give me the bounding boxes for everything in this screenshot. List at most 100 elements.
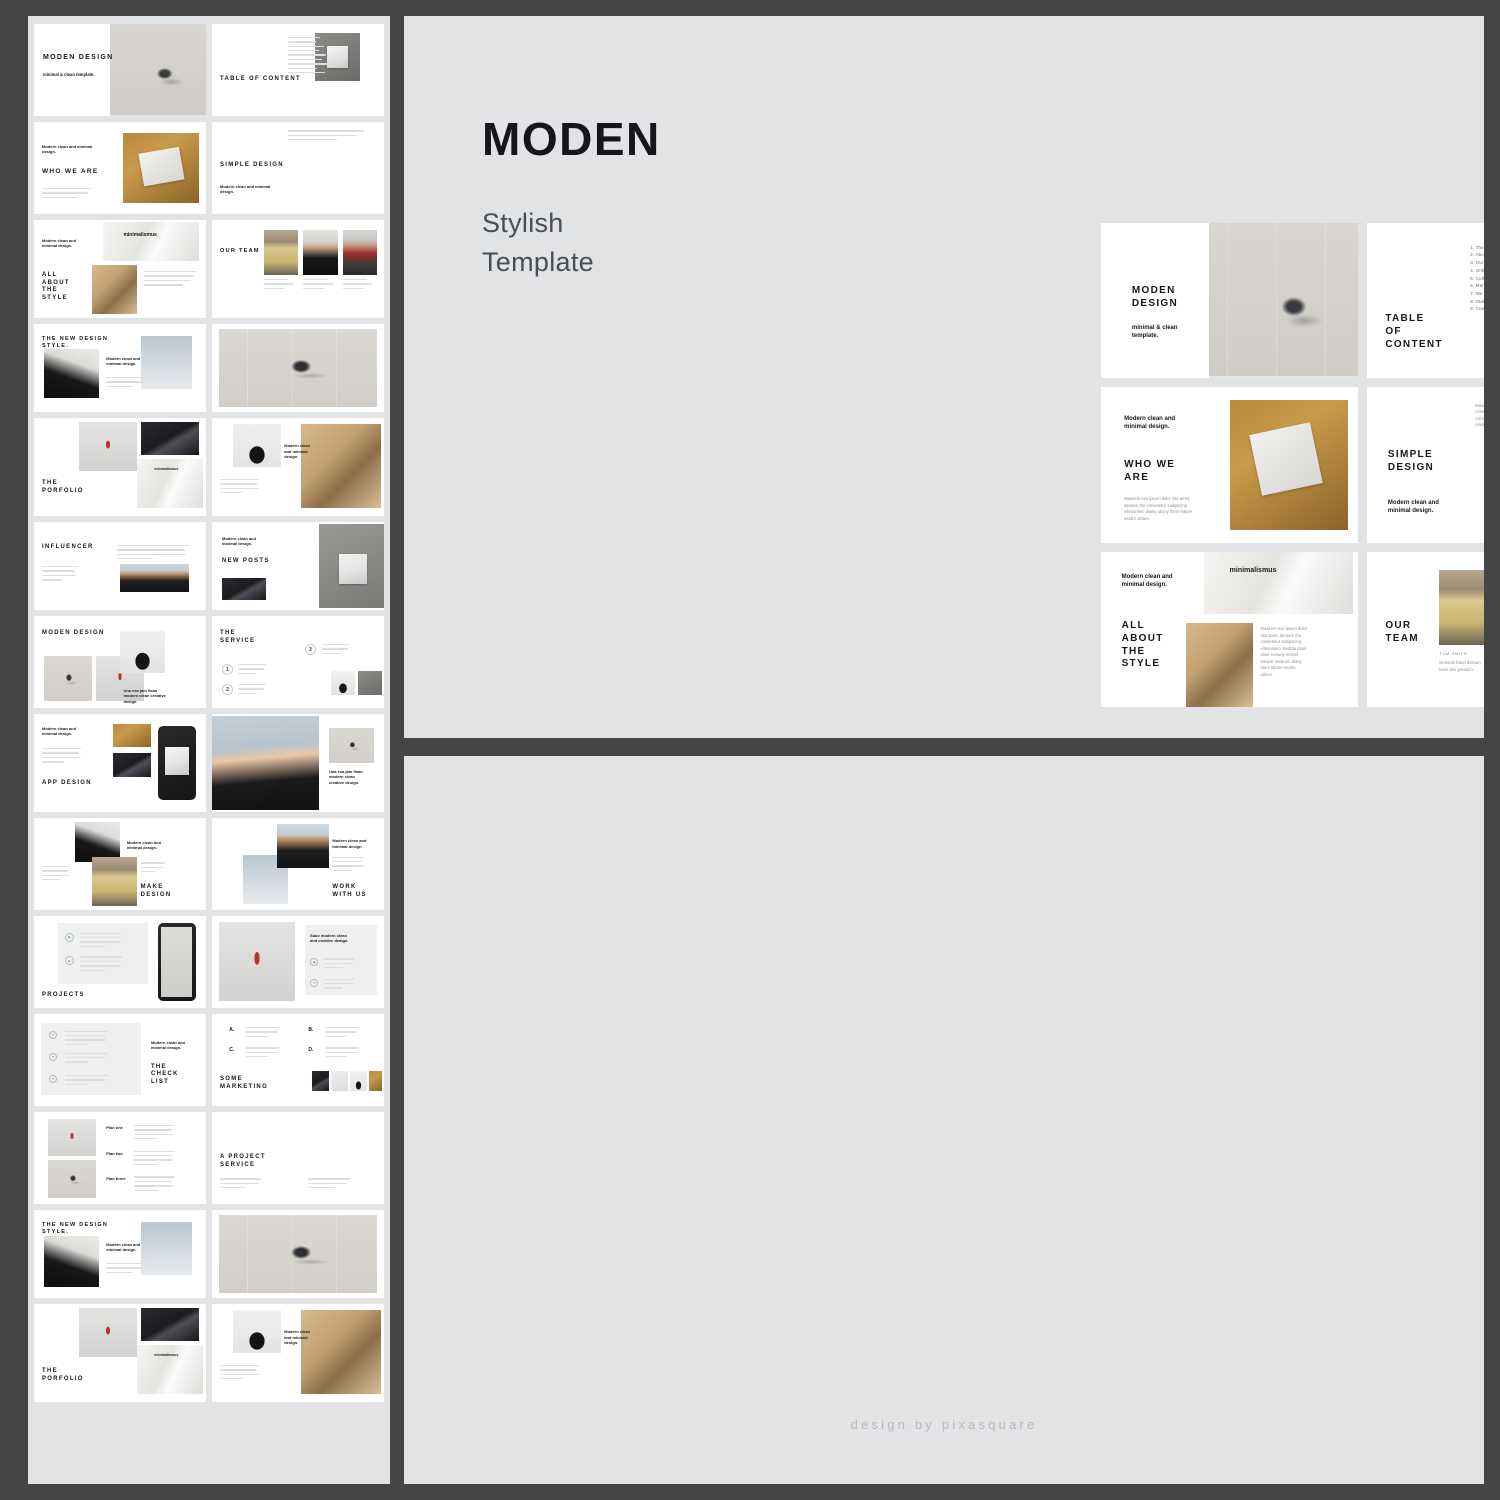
thumbnail-our-team[interactable]: OUR TEAM [212,220,384,318]
thumbnail-influencer[interactable]: INFLUENCER [34,522,206,610]
slide-simple-design[interactable]: Maxirem exo ipsum dolor sita amet, derae… [1367,387,1484,543]
thumb-title: Modern clean and minimal design. [284,443,311,460]
thumbnail-portrait[interactable]: Una esa jam fisan modern clean creative … [212,714,384,812]
thumb-subtitle: minimal & clean template. [43,71,95,77]
thumbnail-projects[interactable]: PROJECTS [34,916,206,1008]
thumb-title: THE NEW DESIGN STYLE. [42,1222,109,1236]
thumbnail-simple-design[interactable]: SIMPLE DESIGN Modern clean and minimal d… [212,122,384,214]
thumbnail-creative[interactable]: Sauo modern clean and creative deaign. [212,916,384,1008]
thumb-title: THE CHECK LIST [150,1063,179,1086]
slide-title-line2: TEAM [1385,632,1419,644]
thumbnail-row: Modern clean and minimal design. APP DES… [34,714,384,812]
thumbnail-the-service[interactable]: THE SERVICE 1 2 3 [212,616,384,708]
slide-kicker: Modern clean and minimal design. [1121,574,1173,589]
thumbnail-row: minimalismus THE PORFOLIO Modern clean a… [34,1304,384,1402]
thumb-kicker: Modern clean and minimal design. [42,144,93,155]
toc-item[interactable]: 2. About Design [1470,252,1484,257]
thumbnail-sidebar[interactable]: MODEN DESIGN minimal & clean template. T… [28,16,390,1484]
thumbnail-row: Modern clean and minimal design. THE CHE… [34,1014,384,1106]
thumb-kicker: Modern clean and minimal design. [222,536,257,547]
thumbnail-row: THE NEW DESIGN STYLE. Modern clean and m… [34,1210,384,1298]
thumbnail-photo-slide-2[interactable] [212,1210,384,1298]
slide-body: Maxirem exo ipsum dolor sita amet, derae… [1475,402,1484,428]
team-member-name: TOM SMITH [1439,651,1468,657]
thumbnail-portfolio[interactable]: minimalismus THE PORFOLIO [34,418,206,516]
slide-our-team[interactable]: OUR TEAM TOM SMITH Deiendo frand dosuan … [1367,551,1484,707]
thumbnail-who-we-are[interactable]: Modern clean and minimal design. WHO WE … [34,122,206,214]
slide-title-line2: ABOUT [1121,632,1164,644]
thumb-title: THE PORFOLIO [42,1368,84,1382]
thumbnail-row: Modern clean and minimal design. MAKE DE… [34,818,384,910]
team-member-bio: Deiendo frand dosuan lares this greadon. [1439,660,1481,672]
thumbnail-row: THE NEW DESIGN STYLE. Modern clean and m… [34,324,384,412]
thumbnail-a-project-service[interactable]: A PROJECT SERVICE [212,1112,384,1204]
thumb-word: minimalismus [123,231,157,238]
thumb-kicker: Modern clean and minimal design. [150,1039,185,1051]
thumb-title: INFLUENCER [42,544,94,550]
hero-branding: MODEN Stylish Template [482,116,661,282]
thumbnail-all-about-style[interactable]: minimalismus Modern clean and minimal de… [34,220,206,318]
thumb-title: OUR TEAM [220,248,260,254]
toc-item[interactable]: 6. Marketing & Service [1470,283,1484,288]
slide-who-we-are[interactable]: Modern clean and minimal design. WHO WE … [1101,387,1359,543]
slide-title-line2: DESIGN [1131,297,1179,309]
thumbnail-new-posts[interactable]: Modern clean and minimal design. NEW POS… [212,522,384,610]
thumbnail-vase-2[interactable]: Modern clean and minimal design. [212,1304,384,1402]
thumbnail-new-design-style-2[interactable]: THE NEW DESIGN STYLE. Modern clean and m… [34,1210,206,1298]
slide-cover[interactable]: MODEN DESIGN minimal & clean template. [1101,223,1359,379]
slide-body: Maxirem exo ipsum dolor sita amet, derae… [1260,626,1308,677]
thumbnail-work-with-us[interactable]: Modern clean and minimal design. WORK WI… [212,818,384,910]
page-title: MODEN [482,113,661,165]
thumbnail-some-marketing[interactable]: A. B. C. D. SOME MARKETING [212,1014,384,1106]
thumb-title: Sauo modern clean and creative deaign. [310,932,349,943]
thumbnail-check-list[interactable]: Modern clean and minimal design. THE CHE… [34,1014,206,1106]
thumbnail-plans[interactable]: Plan one Plan two Plan three [34,1112,206,1204]
slide-title-line2: ARE [1124,471,1150,483]
thumbnail-new-design-style[interactable]: THE NEW DESIGN STYLE. Modern clean and m… [34,324,206,412]
preview-panel-top: MODEN Stylish Template MODEN DESIGN mini… [404,16,1484,738]
thumb-title: ALL ABOUT THE STYLE [42,272,70,302]
slide-title-line1: TABLE [1385,313,1425,325]
slide-title-line3: CONTENT [1385,338,1443,350]
slide-table-of-content[interactable]: 1. The Company 2. About Design 3. Our Cr… [1367,223,1484,379]
thumbnail-moden-design[interactable]: MODEN DESIGN Una esa jam fisan modern cl… [34,616,206,708]
thumb-title: THE NEW DESIGN STYLE. [42,336,109,350]
toc-list[interactable]: 1. The Company 2. About Design 3. Our Cr… [1470,245,1484,314]
thumbnail-make-design[interactable]: Modern clean and minimal design. MAKE DE… [34,818,206,910]
thumb-title: Modern clean and minimal design. [284,1329,311,1346]
thumb-title: Una esa jam fisan modern clean creative … [328,768,363,785]
toc-item[interactable]: 5. Collection - Portfolio [1470,276,1484,281]
plan-label: Plan one [106,1124,123,1130]
thumbnail-row: Modern clean and minimal design. WHO WE … [34,122,384,214]
thumbnail-portfolio-2[interactable]: minimalismus THE PORFOLIO [34,1304,206,1402]
thumb-title: WHO WE ARE [42,168,99,175]
slide-all-about-the-style[interactable]: minimalismus Modern clean and minimal de… [1101,551,1359,707]
thumb-kicker: Modern clean and minimal design. [42,726,77,737]
thumb-kicker: Modern clean and minimal design. [42,238,77,249]
thumb-title: PROJECTS [42,992,85,998]
toc-item[interactable]: 1. The Company [1470,245,1484,250]
toc-item[interactable]: 7. We growth your Business [1470,291,1484,296]
slide-subtitle: Modern clean and minimal design. [1387,500,1439,515]
hero-subtitle-line1: Stylish [482,208,564,238]
toc-item[interactable]: 4. Online Shopping [1470,268,1484,273]
thumbnail-vase[interactable]: Modern clean and minimal design. [212,418,384,516]
thumb-subtitle: Una esa jam fisan modern clean creative … [123,687,166,704]
slide-title-line4: STYLE [1121,658,1161,670]
thumbnail-cover[interactable]: MODEN DESIGN minimal & clean template. [34,24,206,116]
option-label-d: D. [308,1047,314,1054]
slide-title-line1: SIMPLE [1387,449,1433,461]
slide-title-line1: WHO WE [1124,458,1176,470]
thumbnail-app-design[interactable]: Modern clean and minimal design. APP DES… [34,714,206,812]
slide-word-minimalismus: minimalismus [1229,567,1277,575]
thumbnail-row: minimalismus THE PORFOLIO Modern clean a… [34,418,384,516]
thumbnail-toc[interactable]: TABLE OF CONTENT [212,24,384,116]
toc-item[interactable]: 8. Statistics - Markets [1470,299,1484,304]
thumbnail-photo-slide[interactable] [212,324,384,412]
thumb-step-number: 2 [222,684,233,695]
thumb-kicker: Modern clean and minimal design. [332,838,367,849]
toc-item[interactable]: 9. Contact - Social Media [1470,306,1484,311]
toc-item[interactable]: 3. Our Creative Team [1470,260,1484,265]
thumbnail-row: minimalismus Modern clean and minimal de… [34,220,384,318]
thumb-step-number: 1 [222,664,233,675]
